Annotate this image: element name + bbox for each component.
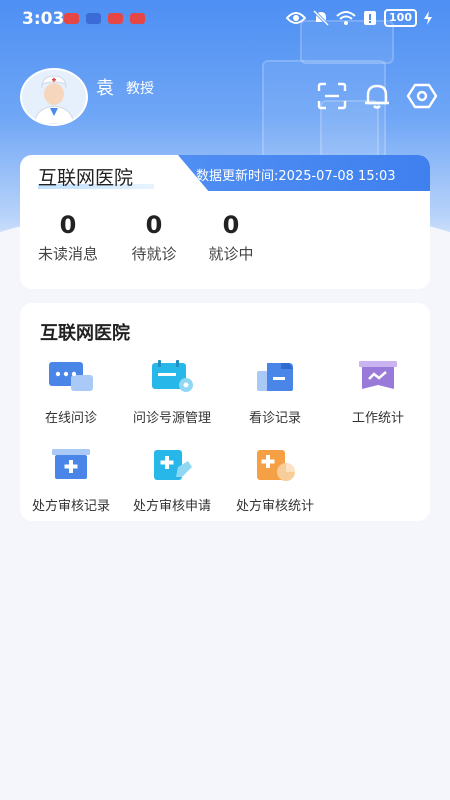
status-time: 3:03: [22, 9, 65, 29]
stat-value: 0: [222, 211, 240, 239]
stat-label: 待就诊: [131, 245, 177, 263]
wifi-icon: [336, 11, 356, 25]
hospital-summary-card: 互联网医院 数据更新时间:2025-07-08 15:03 0 未读消息 0 待…: [20, 155, 430, 289]
bell-icon[interactable]: [362, 82, 392, 110]
charging-icon: [424, 11, 432, 25]
scan-icon[interactable]: [317, 82, 347, 110]
service-label: 处方审核申请: [132, 499, 211, 514]
status-bar: 3:03 100: [0, 0, 450, 38]
service-online-consultation[interactable]: 在线问诊: [16, 359, 126, 426]
notification-icon: [130, 13, 145, 24]
services-title: 互联网医院: [40, 323, 130, 344]
statistics-icon: [359, 361, 397, 389]
chat-icon: [49, 362, 93, 391]
stat-unread-messages[interactable]: 0 未读消息: [33, 211, 103, 264]
service-work-statistics[interactable]: 工作统计: [323, 359, 433, 426]
stat-label: 未读消息: [37, 245, 98, 263]
service-schedule-management[interactable]: 问诊号源管理: [117, 359, 227, 426]
notification-icon: [64, 13, 79, 24]
prescription-record-icon: [52, 449, 90, 479]
update-time: 数据更新时间:2025-07-08 15:03: [196, 169, 396, 184]
service-prescription-review-statistics[interactable]: 处方审核统计: [220, 447, 330, 514]
prescription-apply-icon: [154, 450, 192, 480]
mute-bell-icon: [313, 10, 330, 26]
service-prescription-review-apply[interactable]: 处方审核申请: [117, 447, 227, 514]
service-label: 问诊号源管理: [132, 411, 211, 426]
service-label: 处方审核统计: [235, 499, 314, 514]
tab-hospital[interactable]: 互联网医院: [38, 163, 133, 190]
avatar[interactable]: [20, 68, 88, 126]
stat-in-consultation[interactable]: 0 就诊中: [196, 211, 266, 264]
service-label: 看诊记录: [248, 411, 301, 426]
service-label: 在线问诊: [44, 411, 97, 426]
user-name: 袁: [96, 78, 114, 99]
doctor-avatar-icon: [22, 70, 86, 124]
stat-value: 0: [145, 211, 163, 239]
service-consultation-records[interactable]: 看诊记录: [220, 359, 330, 426]
settings-icon[interactable]: [406, 82, 438, 110]
service-label: 处方审核记录: [31, 499, 110, 514]
schedule-settings-icon: [152, 360, 193, 392]
user-title: 教授: [126, 81, 154, 97]
record-folder-icon: [257, 363, 293, 391]
notification-icon: [108, 13, 123, 24]
stat-value: 0: [59, 211, 77, 239]
eye-icon: [286, 12, 307, 24]
notification-icon: [86, 13, 101, 24]
services-card: 互联网医院 在线问诊 问诊号源管理 看诊记录 工作统计 处方审核记录 处方审核申…: [20, 303, 430, 521]
service-label: 工作统计: [351, 411, 404, 426]
alert-icon: [364, 11, 377, 25]
stat-waiting[interactable]: 0 待就诊: [119, 211, 189, 264]
stat-label: 就诊中: [208, 245, 254, 263]
service-prescription-review-records[interactable]: 处方审核记录: [16, 447, 126, 514]
prescription-stats-icon: [257, 450, 295, 481]
battery-level: 100: [384, 9, 417, 27]
